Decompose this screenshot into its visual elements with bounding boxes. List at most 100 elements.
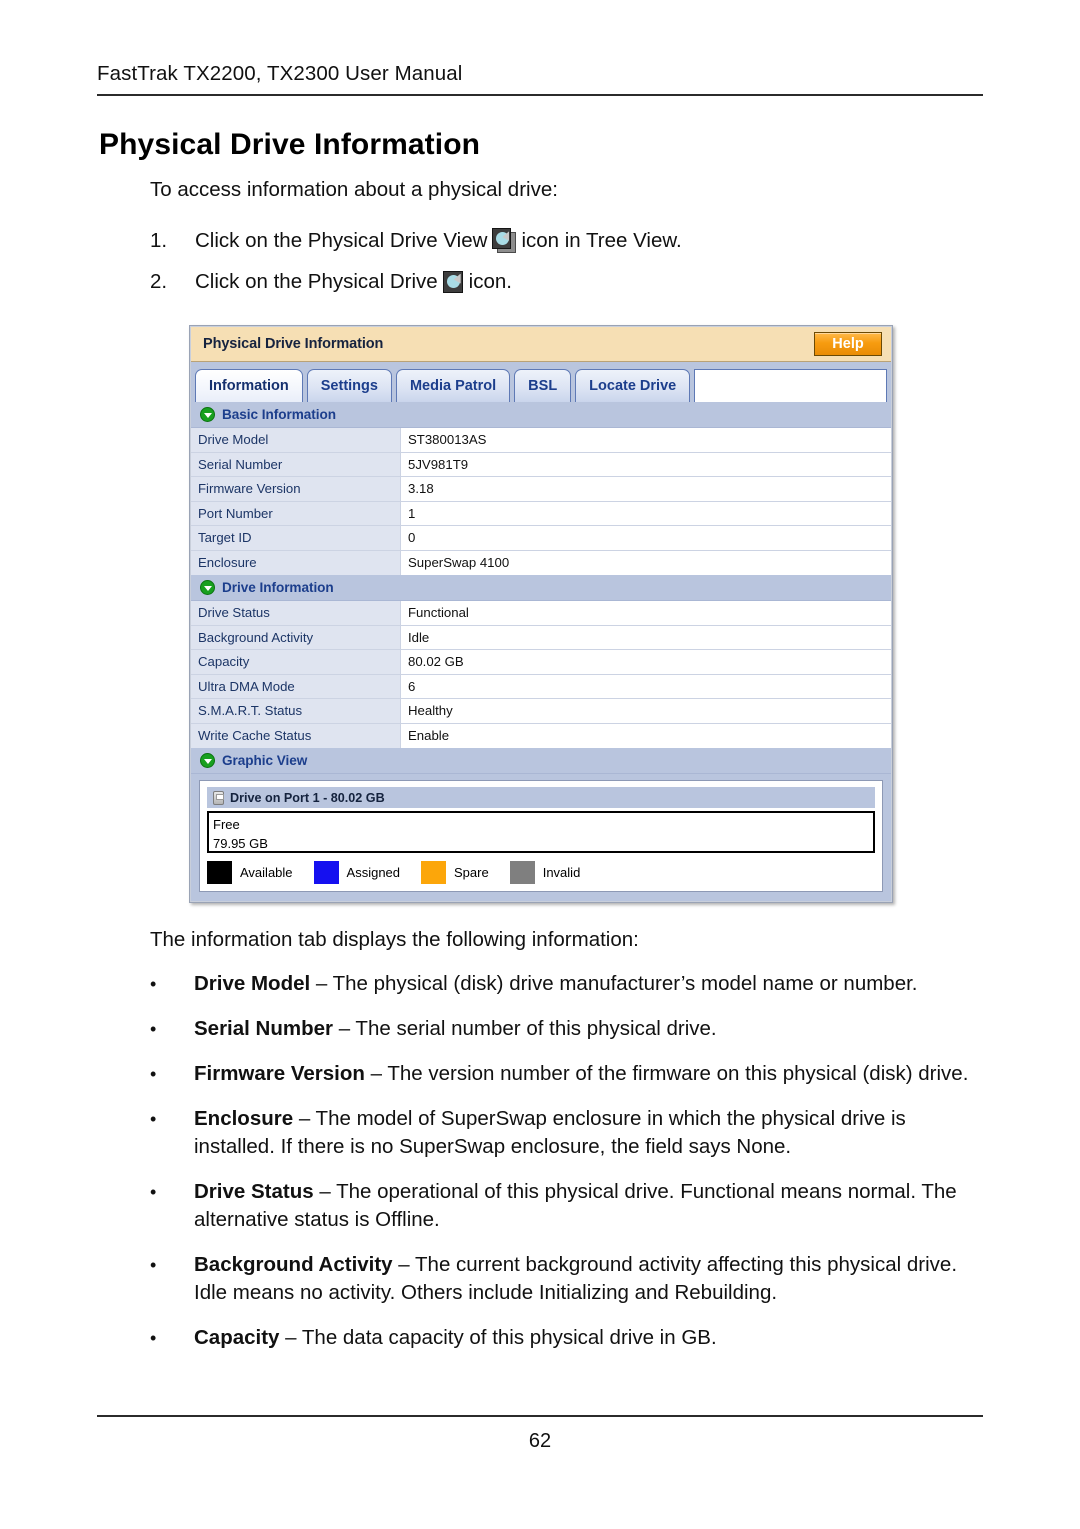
section-title: Drive Information	[222, 580, 334, 595]
row-label: Firmware Version	[191, 477, 401, 501]
table-row: Background Activity Idle	[191, 625, 891, 650]
step-text-after: icon in Tree View.	[521, 228, 682, 252]
section-header-graphic-view[interactable]: Graphic View	[191, 748, 891, 774]
row-value: Idle	[401, 625, 891, 649]
capacity-segment-size: 79.95 GB	[213, 836, 268, 851]
row-value: SuperSwap 4100	[401, 550, 891, 575]
description-section: The information tab displays the followi…	[150, 928, 986, 1369]
row-label: Drive Model	[191, 428, 401, 452]
bullet-desc: – The model of SuperSwap enclosure in wh…	[194, 1107, 906, 1158]
physical-drive-icon	[442, 270, 464, 294]
section-header-drive-information[interactable]: Drive Information	[191, 575, 891, 601]
running-header-text: FastTrak TX2200, TX2300 User Manual	[97, 62, 463, 85]
page-number: 62	[528, 1430, 552, 1452]
tab-bsl[interactable]: BSL	[514, 369, 572, 402]
legend-swatch	[509, 861, 535, 884]
hard-drive-icon	[213, 790, 224, 805]
help-button[interactable]: Help	[814, 332, 882, 356]
tab-media-patrol[interactable]: Media Patrol	[395, 369, 511, 402]
bullet-marker: •	[150, 1019, 157, 1039]
row-value: Functional	[401, 601, 891, 625]
legend-item-available: Available	[207, 861, 293, 884]
bullet-marker: •	[150, 1109, 157, 1129]
bullet-desc: – The physical (disk) drive manufacturer…	[310, 972, 918, 995]
row-label: Port Number	[191, 501, 401, 525]
legend-item-assigned: Assigned	[313, 861, 401, 884]
step-text-before: Click on the Physical Drive View	[195, 228, 488, 252]
header-divider	[97, 94, 983, 96]
table-row: Firmware Version 3.18	[191, 477, 891, 502]
section-title: Basic Information	[222, 407, 336, 422]
basic-information-table: Drive Model ST380013AS Serial Number 5JV…	[191, 428, 891, 575]
collapse-arrow-icon[interactable]	[200, 407, 215, 422]
table-row: Ultra DMA Mode 6	[191, 674, 891, 699]
step-text-after: icon.	[468, 270, 512, 293]
row-label: Write Cache Status	[191, 723, 401, 748]
row-value: 80.02 GB	[401, 650, 891, 674]
list-item: • Capacity – The data capacity of this p…	[150, 1324, 986, 1352]
tab-settings[interactable]: Settings	[306, 369, 392, 402]
steps-list: 1. Click on the Physical Drive View icon…	[150, 228, 980, 311]
step-text-before: Click on the Physical Drive	[195, 270, 438, 293]
row-label: Background Activity	[191, 625, 401, 649]
tab-bar-filler	[694, 369, 887, 402]
description-lead: The information tab displays the followi…	[150, 928, 639, 951]
row-label: Ultra DMA Mode	[191, 674, 401, 698]
list-item: • Drive Status – The operational of this…	[150, 1178, 986, 1234]
collapse-arrow-icon[interactable]	[200, 753, 215, 768]
row-value: 3.18	[401, 477, 891, 501]
legend-label: Spare	[454, 865, 489, 880]
screenshot-figure: Physical Drive Information Help Informat…	[189, 325, 893, 903]
row-value: 6	[401, 674, 891, 698]
graphic-view-area: Drive on Port 1 - 80.02 GB Free 79.95 GB…	[191, 774, 891, 901]
bullet-marker: •	[150, 1255, 157, 1275]
drive-information-table: Drive Status Functional Background Activ…	[191, 601, 891, 748]
capacity-segment-label: Free	[213, 817, 240, 832]
capacity-bar[interactable]: Free 79.95 GB	[207, 811, 875, 853]
table-row: Drive Status Functional	[191, 601, 891, 626]
row-value: 0	[401, 526, 891, 550]
bullet-desc: – The serial number of this physical dri…	[333, 1017, 717, 1040]
legend-label: Assigned	[346, 865, 401, 880]
table-row: Write Cache Status Enable	[191, 723, 891, 748]
table-row: S.M.A.R.T. Status Healthy	[191, 699, 891, 724]
panel-title: Physical Drive Information	[203, 336, 384, 352]
bullet-marker: •	[150, 1328, 157, 1348]
legend-label: Available	[240, 865, 293, 880]
panel-titlebar: Physical Drive Information Help	[191, 327, 891, 362]
step-item: 2. Click on the Physical Drive icon.	[150, 270, 980, 294]
bullet-term: Firmware Version	[194, 1062, 365, 1085]
list-item: • Background Activity – The current back…	[150, 1251, 986, 1307]
bullet-term: Drive Status	[194, 1180, 314, 1203]
legend-swatch	[421, 861, 447, 884]
row-value: 1	[401, 501, 891, 525]
document-page: FastTrak TX2200, TX2300 User Manual Phys…	[0, 0, 1080, 1529]
table-row: Drive Model ST380013AS	[191, 428, 891, 453]
tab-information[interactable]: Information	[195, 369, 303, 402]
bullet-marker: •	[150, 1182, 157, 1202]
bullet-term: Drive Model	[194, 972, 311, 995]
legend-item-invalid: Invalid	[509, 861, 581, 884]
graphic-view-drive-header: Drive on Port 1 - 80.02 GB	[207, 787, 875, 808]
legend-label: Invalid	[542, 865, 581, 880]
capacity-legend: Available Assigned Spare Invalid	[207, 861, 875, 884]
bullet-marker: •	[150, 1064, 157, 1084]
row-label: Capacity	[191, 650, 401, 674]
step-number: 1.	[150, 228, 168, 252]
tab-locate-drive[interactable]: Locate Drive	[575, 369, 691, 402]
section-header-basic-information[interactable]: Basic Information	[191, 402, 891, 428]
table-row: Enclosure SuperSwap 4100	[191, 550, 891, 575]
intro-text: To access information about a physical d…	[150, 178, 558, 201]
page-title: Physical Drive Information	[99, 128, 481, 161]
bullet-term: Enclosure	[194, 1107, 294, 1130]
table-row: Port Number 1	[191, 501, 891, 526]
bullet-desc: – The version number of the firmware on …	[364, 1062, 969, 1085]
physical-drive-view-icon	[492, 228, 517, 253]
table-row: Capacity 80.02 GB	[191, 650, 891, 675]
row-value: ST380013AS	[401, 428, 891, 452]
list-item: • Firmware Version – The version number …	[150, 1060, 986, 1088]
bullet-marker: •	[150, 974, 157, 994]
collapse-arrow-icon[interactable]	[200, 580, 215, 595]
bullet-desc: – The data capacity of this physical dri…	[279, 1326, 717, 1349]
running-header: FastTrak TX2200, TX2300 User Manual	[97, 62, 983, 96]
